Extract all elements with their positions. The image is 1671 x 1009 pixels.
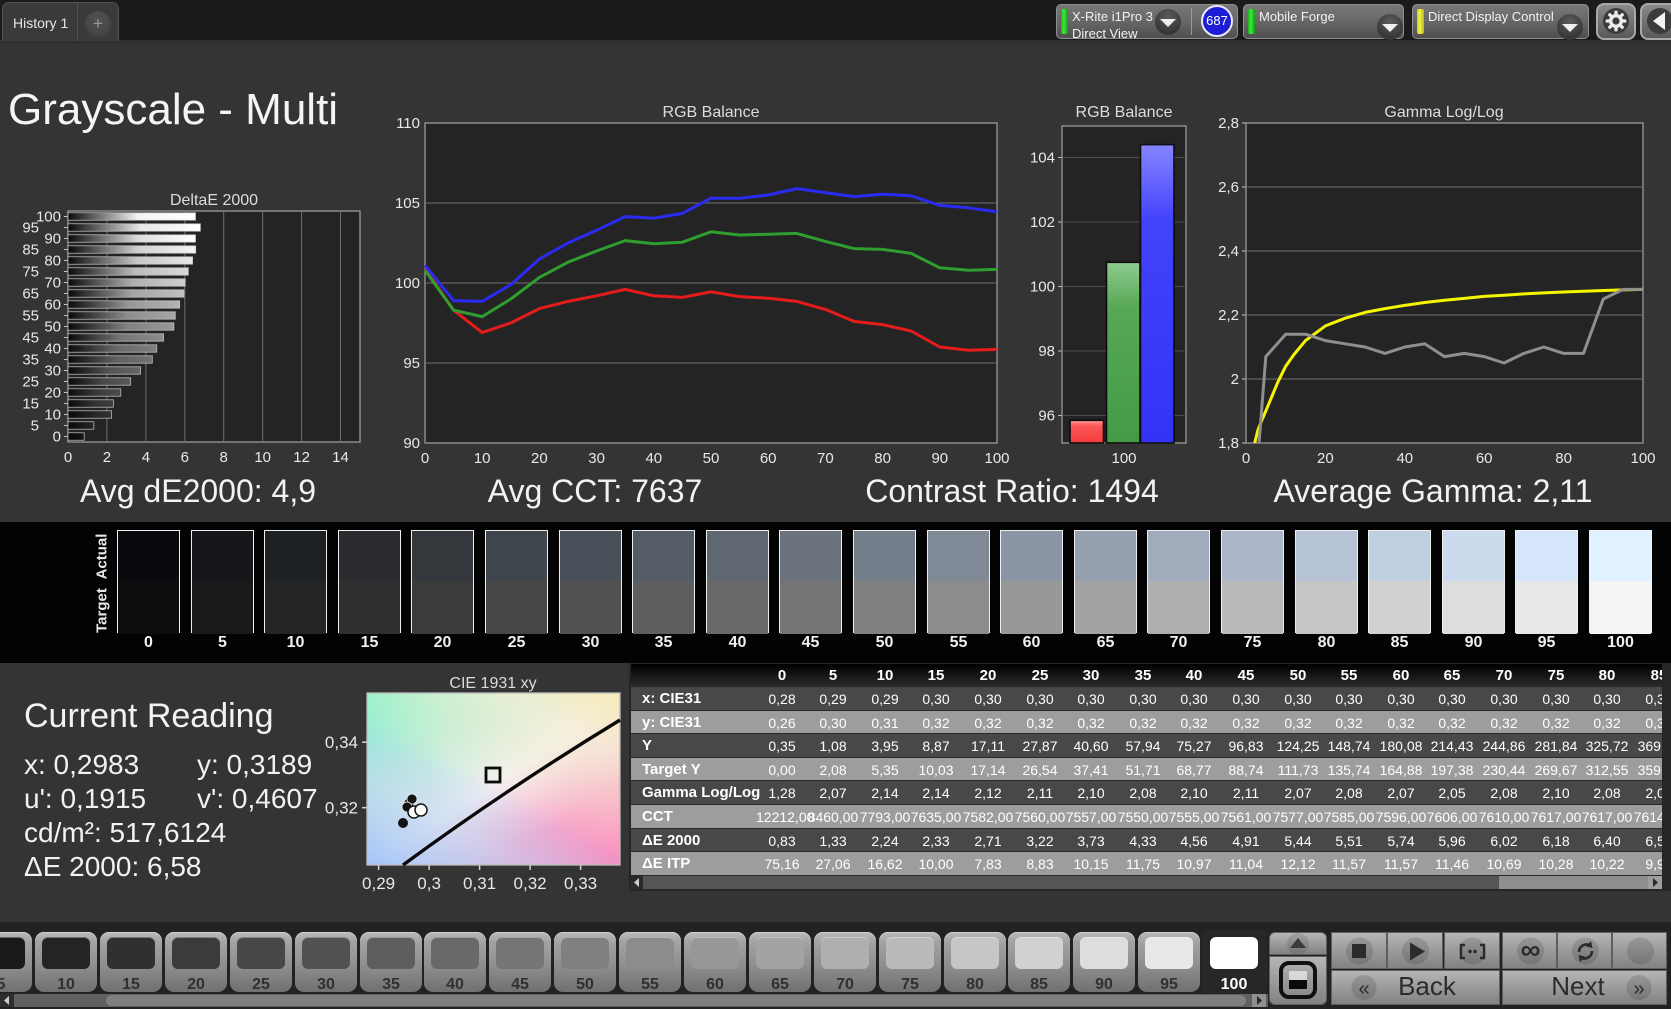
svg-text:100: 100 [1630,450,1655,467]
svg-text:10: 10 [254,449,271,466]
svg-text:90: 90 [931,450,948,467]
svg-text:102: 102 [1030,214,1055,231]
svg-text:35: 35 [22,352,39,369]
svg-text:20: 20 [531,450,548,467]
svg-text:96: 96 [1038,408,1055,425]
svg-text:30: 30 [44,363,61,380]
svg-text:8: 8 [220,449,228,466]
svg-text:2,4: 2,4 [1218,243,1239,260]
svg-text:0: 0 [53,429,61,446]
svg-text:0,32: 0,32 [514,874,547,893]
svg-text:10: 10 [44,407,61,424]
svg-text:80: 80 [44,253,61,270]
svg-text:∞: ∞ [1521,934,1541,965]
svg-text:25: 25 [22,374,39,391]
svg-text:60: 60 [44,297,61,314]
svg-text:70: 70 [44,275,61,292]
svg-text:0: 0 [1242,450,1250,467]
svg-text:80: 80 [874,450,891,467]
svg-text:Gamma Log/Log: Gamma Log/Log [1384,104,1503,121]
svg-text:98: 98 [1038,343,1055,360]
svg-text:DeltaE 2000: DeltaE 2000 [170,192,258,209]
svg-text:100: 100 [1111,450,1136,467]
svg-text:Back: Back [1398,971,1457,1001]
svg-text:1,8: 1,8 [1218,435,1239,452]
svg-text:2: 2 [103,449,111,466]
svg-text:50: 50 [703,450,720,467]
svg-text:2,2: 2,2 [1218,307,1239,324]
svg-text:110: 110 [396,115,420,132]
svg-text:100: 100 [1030,279,1055,296]
svg-text:10: 10 [474,450,491,467]
svg-text:0: 0 [421,450,429,467]
svg-text:90: 90 [44,231,61,248]
svg-text:75: 75 [22,264,39,281]
svg-text:0,32: 0,32 [325,799,358,818]
svg-text:80: 80 [1555,450,1572,467]
svg-text:40: 40 [1396,450,1413,467]
svg-text:Contrast Ratio: 1494: Contrast Ratio: 1494 [865,473,1159,509]
svg-text:»: » [1633,978,1644,1000]
svg-text:65: 65 [22,286,39,303]
svg-text:2,6: 2,6 [1218,179,1239,196]
svg-text:55: 55 [22,308,39,325]
svg-text:15: 15 [22,396,39,413]
svg-text:95: 95 [403,355,420,372]
svg-text:Avg CCT: 7637: Avg CCT: 7637 [488,473,703,509]
svg-text:2: 2 [1231,371,1239,388]
svg-text:0,31: 0,31 [463,874,496,893]
svg-text:85: 85 [22,242,39,259]
svg-text:CIE 1931 xy: CIE 1931 xy [449,675,536,692]
svg-text:14: 14 [332,449,349,466]
svg-text:60: 60 [760,450,777,467]
svg-text:30: 30 [588,450,605,467]
svg-text:40: 40 [645,450,662,467]
svg-text:50: 50 [44,319,61,336]
svg-text:100: 100 [36,209,61,226]
svg-text:90: 90 [403,435,420,452]
svg-text:60: 60 [1476,450,1493,467]
svg-text:100: 100 [395,275,420,292]
svg-text:40: 40 [44,341,61,358]
svg-text:0,34: 0,34 [325,733,358,752]
svg-text:104: 104 [1030,150,1055,167]
svg-text:4: 4 [142,449,150,466]
svg-text:105: 105 [395,195,420,212]
svg-text:2,8: 2,8 [1218,115,1239,132]
svg-text:0,3: 0,3 [417,874,441,893]
svg-text:5: 5 [31,418,39,435]
svg-text:0,33: 0,33 [564,874,597,893]
svg-text:0: 0 [64,449,72,466]
svg-text:Next: Next [1551,971,1605,1001]
svg-text:100: 100 [984,450,1009,467]
svg-text:20: 20 [1317,450,1334,467]
svg-text:45: 45 [22,330,39,347]
svg-text:Average Gamma: 2,11: Average Gamma: 2,11 [1274,473,1593,509]
svg-text:Avg dE2000: 4,9: Avg dE2000: 4,9 [80,473,316,509]
svg-text:20: 20 [44,385,61,402]
svg-text:0,29: 0,29 [362,874,395,893]
svg-text:RGB Balance: RGB Balance [1076,104,1173,121]
svg-text:12: 12 [293,449,310,466]
svg-text:6: 6 [181,449,189,466]
svg-text:RGB Balance: RGB Balance [663,104,760,121]
svg-text:70: 70 [817,450,834,467]
svg-text:«: « [1358,978,1369,1000]
